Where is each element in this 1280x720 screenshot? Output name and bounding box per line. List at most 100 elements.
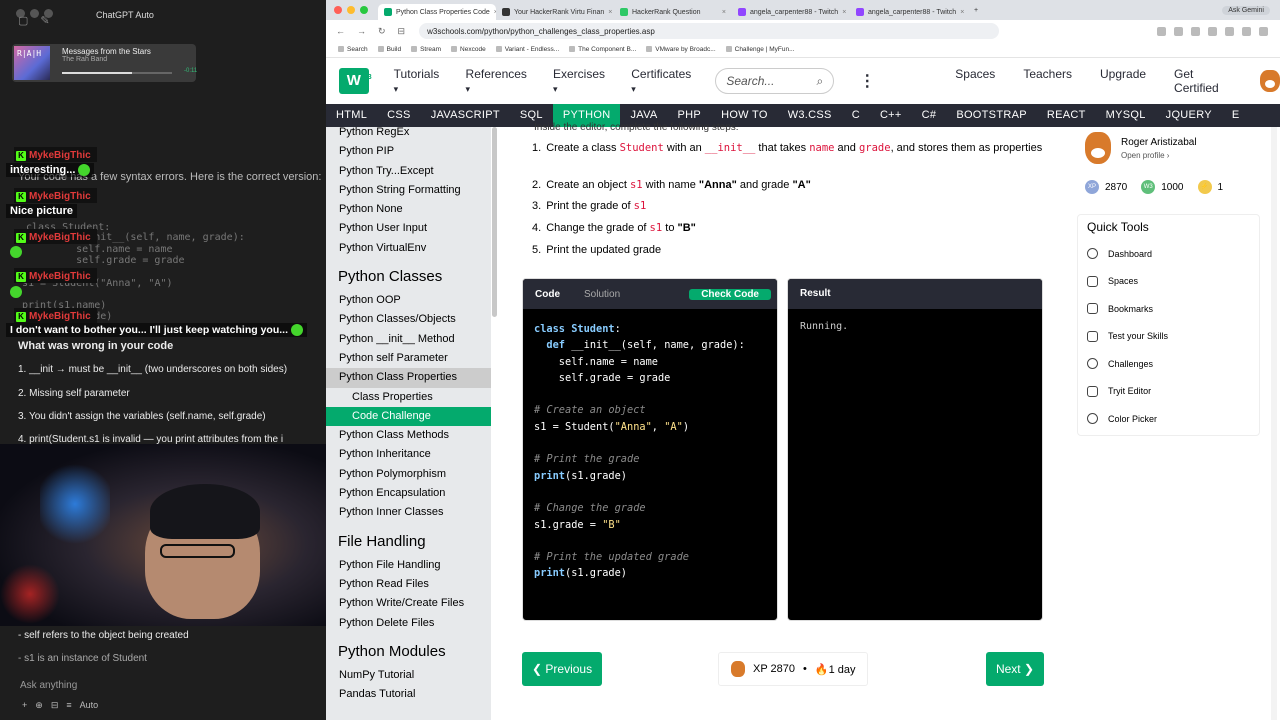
bookmark[interactable]: The Component B... [569,46,636,53]
sidebar-item[interactable]: Python self Parameter [326,349,491,368]
bookmark[interactable]: Variant - Endless... [496,46,559,53]
nav-cpp[interactable]: C++ [870,104,912,127]
url-input[interactable]: w3schools.com/python/python_challenges_c… [419,23,1000,39]
spaces-link[interactable]: Spaces [955,67,995,95]
sidebar-item[interactable]: Python RegEx [326,127,491,142]
extension-icon[interactable] [1242,26,1251,36]
bookmark[interactable]: VMware by Broadc... [646,46,715,53]
sidebar-item[interactable]: Pandas Tutorial [326,685,491,704]
sidebar-item[interactable]: Python VirtualEnv [326,239,491,258]
nav-react[interactable]: REACT [1037,104,1096,127]
check-code-button[interactable]: Check Code [689,288,771,300]
forward-icon[interactable]: → [357,26,366,37]
profile-icon[interactable] [1259,26,1268,36]
nav-w3css[interactable]: W3.CSS [778,104,842,127]
quick-tool-spaces[interactable]: Spaces [1087,268,1250,296]
quick-tool-tryit[interactable]: Tryit Editor [1087,378,1250,406]
get-certified-link[interactable]: Get Certified [1174,67,1238,95]
browser-tab[interactable]: angela_carpenter88 - Twitch × [732,4,850,20]
search-input[interactable]: Search... ⌕ [715,68,835,94]
nav-c[interactable]: C [842,104,870,127]
sidebar-item[interactable]: Python User Input [326,219,491,238]
extension-icon[interactable] [1191,26,1200,36]
sidebar-item[interactable]: Python Class Methods [326,426,491,445]
back-icon[interactable]: ← [336,26,345,37]
globe-icon[interactable]: ⊕ [35,700,43,711]
extension-icon[interactable] [1174,26,1183,36]
sidebar-item-selected[interactable]: Python Class Properties [326,368,491,388]
nav-mysql[interactable]: MYSQL [1096,104,1156,127]
browser-tab[interactable]: angela_carpenter88 - Twitch × [850,4,968,20]
bookmark[interactable]: Nexcode [451,46,486,53]
sidebar-item[interactable]: Python __init__ Method [326,330,491,349]
bookmark[interactable]: Build [378,46,401,53]
sidebar-item[interactable]: Python Encapsulation [326,484,491,503]
code-editor[interactable]: class Student: def __init__(self, name, … [523,309,777,594]
nav-csharp[interactable]: C# [912,104,947,127]
nav-javascript[interactable]: JAVASCRIPT [421,104,510,127]
extension-icon[interactable] [1225,26,1234,36]
close-icon[interactable]: × [608,9,612,16]
sidebar-item[interactable]: Python Write/Create Files [326,594,491,613]
quick-tool-dashboard[interactable]: Dashboard [1087,240,1250,268]
site-info-icon[interactable]: ⊟ [398,26,406,37]
nav-html[interactable]: HTML [326,104,377,127]
new-chat-icon[interactable]: ✎ [40,14,49,27]
close-icon[interactable]: × [842,9,846,16]
sidebar-item[interactable]: Python Read Files [326,575,491,594]
sidebar-item[interactable]: Python File Handling [326,556,491,575]
sidebar-item[interactable]: Python Inner Classes [326,503,491,522]
tab-solution[interactable]: Solution [572,289,632,300]
page-scrollbar[interactable] [1271,127,1277,720]
more-menu-icon[interactable]: ⋮ [859,71,875,91]
sidebar-item[interactable]: NumPy Tutorial [326,666,491,685]
model-selector[interactable]: Auto [80,700,99,711]
extension-icon[interactable] [1157,26,1166,36]
nav-bootstrap[interactable]: BOOTSTRAP [946,104,1037,127]
search-icon[interactable]: ⌕ [817,74,824,89]
sidebar-item[interactable]: Python Classes/Objects [326,310,491,329]
extension-icon[interactable] [1208,26,1217,36]
quick-tool-test-skills[interactable]: Test your Skills [1087,323,1250,351]
reload-icon[interactable]: ↻ [378,26,386,37]
sidebar-item[interactable]: Python PIP [326,142,491,161]
sidebar-item[interactable]: Python OOP [326,291,491,310]
sidebar-item[interactable]: Python Polymorphism [326,465,491,484]
teachers-link[interactable]: Teachers [1023,67,1072,95]
bookmark[interactable]: Search [338,46,368,53]
quick-tool-bookmarks[interactable]: Bookmarks [1087,295,1250,323]
sidebar-item[interactable]: Python Try...Except [326,162,491,181]
nav-jquery[interactable]: JQUERY [1156,104,1222,127]
titlebar-icons[interactable]: ▢ ✎ [18,14,50,27]
ask-gemini-button[interactable]: Ask Gemini [1222,5,1270,15]
browser-tab[interactable]: HackerRank Question × [614,4,732,20]
previous-button[interactable]: ❮ Previous [522,652,603,686]
menu-references[interactable]: References [466,67,533,95]
close-icon[interactable]: × [722,9,726,16]
menu-certificates[interactable]: Certificates [631,67,697,95]
sidebar-item[interactable]: Python Inheritance [326,445,491,464]
add-icon[interactable]: + [22,700,27,711]
menu-exercises[interactable]: Exercises [553,67,611,95]
browser-tab[interactable]: Python Class Properties Code × [378,4,496,20]
sidebar-item[interactable]: Python Delete Files [326,614,491,633]
tools-icon[interactable]: ≡ [66,700,71,711]
next-button[interactable]: Next ❯ [985,652,1044,686]
sidebar-subitem[interactable]: Class Properties [326,388,491,407]
tab-code[interactable]: Code [523,289,572,300]
close-icon[interactable]: × [960,9,964,16]
browser-tab[interactable]: Your HackerRank Virtu Finan × [496,4,614,20]
sidebar-icon[interactable]: ▢ [18,14,28,27]
quick-tool-color-picker[interactable]: Color Picker [1087,405,1250,433]
composer-input[interactable]: Ask anything [20,680,77,691]
menu-tutorials[interactable]: Tutorials [394,67,446,95]
open-profile-link[interactable]: Open profile › [1121,151,1197,160]
nav-css[interactable]: CSS [377,104,421,127]
user-avatar[interactable] [1260,70,1280,92]
nav-more[interactable]: E [1222,104,1250,127]
bookmark[interactable]: Challenge | MyFun... [726,46,795,53]
bookmark[interactable]: Stream [411,46,441,53]
sidebar-scrollbar[interactable] [492,127,497,317]
upgrade-link[interactable]: Upgrade [1100,67,1146,95]
w3schools-logo[interactable]: W3 [339,68,372,94]
